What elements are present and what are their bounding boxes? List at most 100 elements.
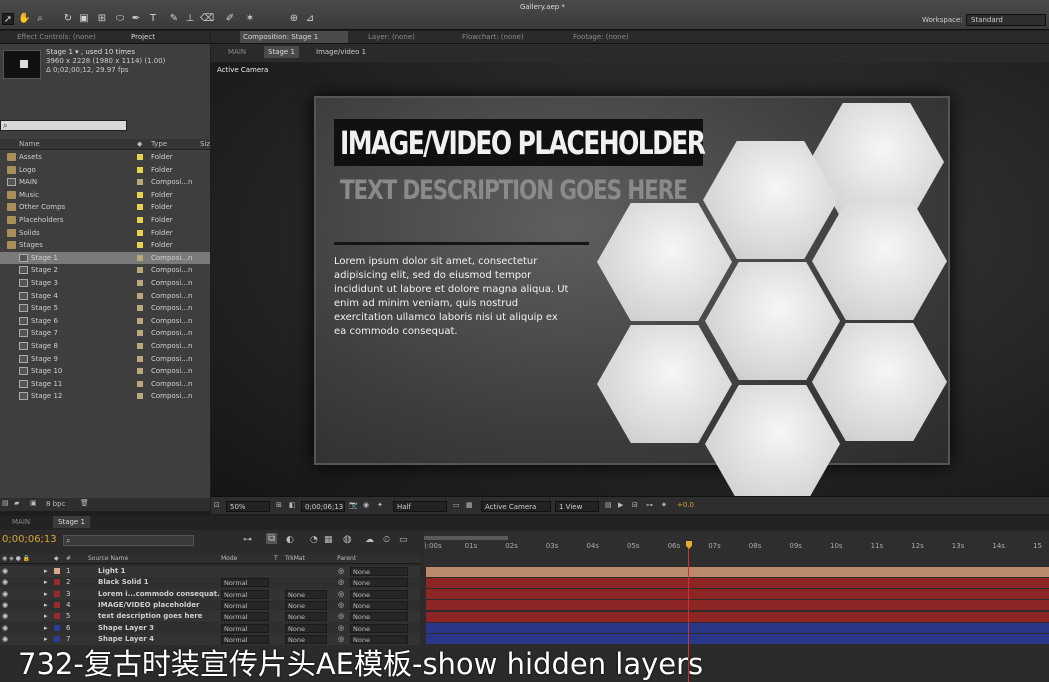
hide-shy-layers-icon[interactable]: ◔ [310, 535, 318, 545]
layer-trkmat-select[interactable]: None [285, 589, 327, 599]
layer-trkmat-select[interactable]: None [285, 623, 327, 633]
tab-main[interactable]: MAIN [12, 518, 30, 526]
visibility-eye-icon[interactable]: ◉ [2, 601, 8, 609]
resolution-select[interactable]: Half [393, 501, 447, 512]
tab-stage1[interactable]: Stage 1 [53, 516, 90, 528]
layer-parent-select[interactable]: None [350, 578, 408, 588]
axis-mode-icon[interactable]: ⊕ [288, 13, 300, 25]
layer-label-color[interactable] [54, 613, 60, 620]
parent-pickwhip-icon[interactable]: ◎ [338, 612, 344, 620]
rgb-icon[interactable]: ✦ [377, 501, 383, 509]
label-swatch[interactable] [137, 292, 143, 299]
exposure-value[interactable]: +0.0 [677, 501, 694, 509]
bpc-toggle[interactable]: 8 bpc [46, 500, 65, 508]
project-item[interactable]: Stage 7 Composi...n [0, 327, 210, 340]
timeline-layer-row[interactable]: ◉ ▸ 1 Light 1 ◎ None [0, 566, 420, 578]
brainstorm-icon[interactable]: ☁ [365, 535, 374, 545]
layer-name[interactable]: Lorem i...commodo consequat. [98, 590, 220, 598]
layer-parent-select[interactable]: None [350, 612, 408, 622]
project-item[interactable]: Stage 11 Composi...n [0, 378, 210, 391]
timeline-search-input[interactable]: ⌕ [63, 535, 194, 546]
project-item[interactable]: Music Folder [0, 189, 210, 202]
text-tool-icon[interactable]: T [147, 13, 159, 25]
column-trkmat[interactable]: TrkMat [285, 555, 305, 562]
safe-zones-icon[interactable]: ⊞ [276, 501, 282, 509]
snapshot-icon[interactable]: 📷 [349, 501, 358, 509]
toggle-pixel-aspect-icon[interactable]: ▤ [605, 501, 612, 509]
twirl-arrow-icon[interactable]: ▸ [44, 567, 48, 575]
comp-mini-flowchart-icon[interactable]: ⊶ [243, 535, 252, 545]
always-preview-icon[interactable]: ⊡ [214, 501, 220, 509]
selection-tool-icon[interactable]: ➚ [2, 13, 14, 25]
new-folder-icon[interactable]: ▰ [14, 499, 19, 507]
eraser-tool-icon[interactable]: ⌫ [200, 13, 214, 25]
layer-label-color[interactable] [54, 568, 60, 574]
parent-pickwhip-icon[interactable]: ◎ [338, 624, 344, 632]
breadcrumb-image-video[interactable]: Image/video 1 [316, 48, 366, 56]
label-swatch[interactable] [137, 204, 143, 211]
pen-tool-icon[interactable]: ✒ [130, 13, 142, 25]
layer-label-color[interactable] [54, 579, 60, 586]
camera-view-select[interactable]: Active Camera [481, 501, 551, 512]
auto-keyframe-icon[interactable]: ⏲ [383, 535, 390, 545]
label-swatch[interactable] [137, 254, 143, 261]
show-channel-icon[interactable]: ◉ [363, 501, 369, 509]
layer-label-color[interactable] [54, 624, 60, 631]
twirl-arrow-icon[interactable]: ▸ [44, 612, 48, 620]
parent-pickwhip-icon[interactable]: ◎ [338, 601, 344, 609]
label-swatch[interactable] [137, 242, 143, 249]
snap-icon[interactable]: ⊿ [304, 13, 316, 25]
parent-pickwhip-icon[interactable]: ◎ [338, 567, 344, 575]
column-name[interactable]: Name [19, 140, 40, 148]
label-swatch[interactable] [137, 343, 143, 349]
timeline-icon[interactable]: ⊟ [632, 501, 638, 509]
layer-mode-select[interactable]: Normal [221, 578, 269, 588]
project-item[interactable]: Stage 2 Composi...n [0, 264, 210, 277]
tab-layer[interactable]: Layer: (none) [368, 33, 415, 41]
delete-icon[interactable]: 🗑 [80, 499, 89, 507]
hand-tool-icon[interactable]: ✋ [18, 13, 30, 25]
label-swatch[interactable] [137, 217, 143, 223]
label-swatch[interactable] [137, 355, 143, 362]
shape-tool-icon[interactable]: ⬭ [114, 13, 126, 25]
layer-name[interactable]: IMAGE/VIDEO placeholder [98, 601, 200, 609]
workspace-select[interactable]: Standard [966, 14, 1046, 26]
project-item[interactable]: MAIN Composi...n [0, 176, 210, 189]
label-swatch[interactable] [137, 330, 143, 337]
timeline-current-time[interactable]: 0;00;06;13 [2, 534, 57, 545]
timeline-layer-row[interactable]: ◉ ▸ 6 Shape Layer 3 Normal None ◎ None [0, 622, 420, 634]
project-item[interactable]: Stage 1 Composi...n [0, 251, 210, 265]
puppet-tool-icon[interactable]: ✶ [244, 13, 256, 25]
twirl-arrow-icon[interactable]: ▸ [44, 578, 48, 586]
visibility-eye-icon[interactable]: ◉ [2, 612, 8, 620]
layer-name[interactable]: Black Solid 1 [98, 578, 149, 586]
live-update-icon[interactable]: ⧉ [266, 533, 278, 544]
motion-blur-icon[interactable]: ◍ [343, 534, 352, 545]
tab-effect-controls[interactable]: Effect Controls: (none) [17, 33, 96, 41]
timeline-layer-row[interactable]: ◉ ▸ 5 text description goes here Normal None ◎… [0, 611, 420, 623]
column-size[interactable]: Siz [200, 140, 210, 148]
layer-mode-select[interactable]: Normal [221, 623, 269, 633]
frame-blending-icon[interactable]: ▦ [324, 535, 333, 545]
twirl-arrow-icon[interactable]: ▸ [44, 590, 48, 598]
interpret-footage-icon[interactable]: ▤ [2, 499, 9, 507]
timeline-layer-row[interactable]: ◉ ▸ 2 Black Solid 1 Normal ◎ None [0, 577, 420, 589]
layer-duration-bar[interactable] [426, 611, 1049, 622]
mask-visibility-icon[interactable]: ◧ [289, 501, 296, 509]
layer-parent-select[interactable]: None [350, 623, 408, 633]
column-parent[interactable]: Parent [337, 555, 356, 562]
current-time-field[interactable]: 0;00;06;13 [301, 501, 345, 512]
label-swatch[interactable] [137, 280, 143, 286]
pan-behind-tool-icon[interactable]: ⊞ [96, 13, 108, 25]
breadcrumb-stage1[interactable]: Stage 1 [264, 46, 299, 58]
layer-name[interactable]: Light 1 [98, 567, 126, 575]
tab-flowchart[interactable]: Flowchart: (none) [462, 33, 524, 41]
project-item[interactable]: Stage 6 Composi...n [0, 315, 210, 328]
tab-footage[interactable]: Footage: (none) [573, 33, 629, 41]
layer-label-color[interactable] [54, 590, 60, 597]
project-item[interactable]: Other Comps Folder [0, 201, 210, 214]
layer-duration-bar[interactable] [426, 577, 1049, 588]
visibility-eye-icon[interactable]: ◉ [2, 567, 8, 575]
project-item[interactable]: Placeholders Folder [0, 214, 210, 227]
visibility-eye-icon[interactable]: ◉ [2, 590, 8, 598]
